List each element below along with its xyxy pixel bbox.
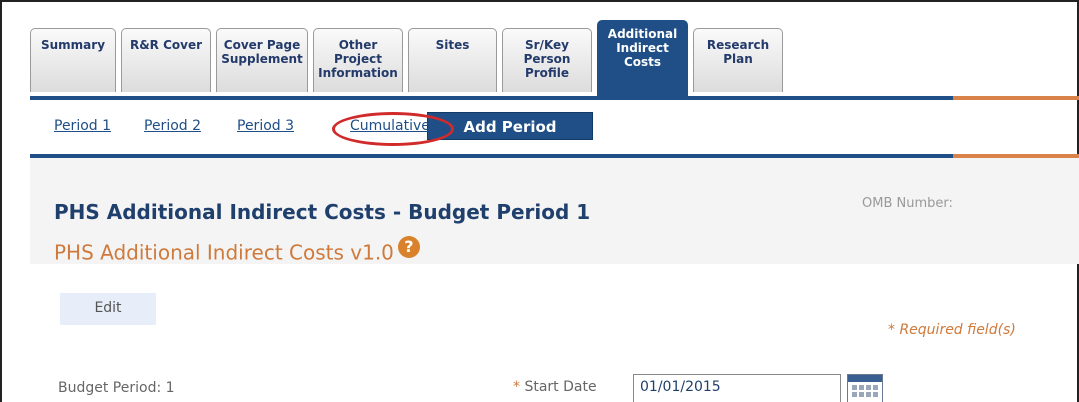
start-date-label-text: Start Date	[524, 379, 597, 395]
tab-research-plan[interactable]: Research Plan	[693, 28, 783, 92]
period-2-link[interactable]: Period 2	[144, 118, 201, 134]
tab-cover-page-supplement[interactable]: Cover Page Supplement	[216, 28, 308, 92]
tab-rr-cover[interactable]: R&R Cover	[121, 28, 211, 92]
omb-number-label: OMB Number:	[862, 196, 953, 211]
tab-label: Cover Page	[223, 38, 301, 52]
tab-label: Other	[338, 38, 378, 52]
calendar-grid	[848, 382, 882, 400]
tab-additional-indirect-costs[interactable]: Additional Indirect Costs	[597, 20, 688, 96]
calendar-header	[848, 375, 882, 382]
tab-sr-key-person-profile[interactable]: Sr/Key Person Profile	[502, 28, 592, 92]
tab-label: Profile	[524, 66, 570, 80]
period-3-link[interactable]: Period 3	[237, 118, 294, 134]
tab-sites[interactable]: Sites	[408, 28, 497, 92]
edit-button[interactable]: Edit	[60, 293, 156, 325]
tab-label: Plan	[723, 52, 753, 66]
tab-label: Information	[318, 66, 398, 80]
tab-label: Indirect	[616, 41, 669, 55]
budget-period-label: Budget Period: 1	[58, 380, 175, 396]
tab-label: Sites	[435, 38, 470, 52]
tab-label: Project	[333, 52, 383, 66]
tab-label: Person	[523, 52, 571, 66]
required-fields-note: * Required field(s)	[888, 322, 1016, 338]
tab-summary[interactable]: Summary	[30, 28, 116, 92]
form-header: PHS Additional Indirect Costs - Budget P…	[30, 158, 1079, 265]
cumulative-link[interactable]: Cumulative	[350, 118, 430, 134]
form-title: PHS Additional Indirect Costs - Budget P…	[54, 200, 591, 224]
tab-label: Research	[706, 38, 770, 52]
period-1-link[interactable]: Period 1	[54, 118, 111, 134]
tab-label: Supplement	[221, 52, 303, 66]
help-icon[interactable]: ?	[397, 236, 420, 258]
tab-label: R&R Cover	[129, 38, 203, 52]
start-date-label: * Start Date	[513, 379, 597, 395]
form-version: PHS Additional Indirect Costs v1.0	[54, 240, 394, 265]
form-subtitle: PHS Additional Indirect Costs v1.0?	[54, 236, 420, 265]
tab-label: Additional	[607, 27, 678, 41]
tab-other-project-information[interactable]: Other Project Information	[313, 28, 403, 92]
calendar-icon[interactable]	[847, 374, 883, 402]
tab-label: Sr/Key	[525, 38, 569, 52]
tab-label: Costs	[623, 55, 662, 69]
start-date-input[interactable]: 01/01/2015	[633, 374, 841, 402]
required-star: *	[513, 379, 520, 395]
period-nav: Period 1 Period 2 Period 3 Add Period Cu…	[30, 100, 1079, 154]
tab-label: Summary	[40, 38, 106, 52]
